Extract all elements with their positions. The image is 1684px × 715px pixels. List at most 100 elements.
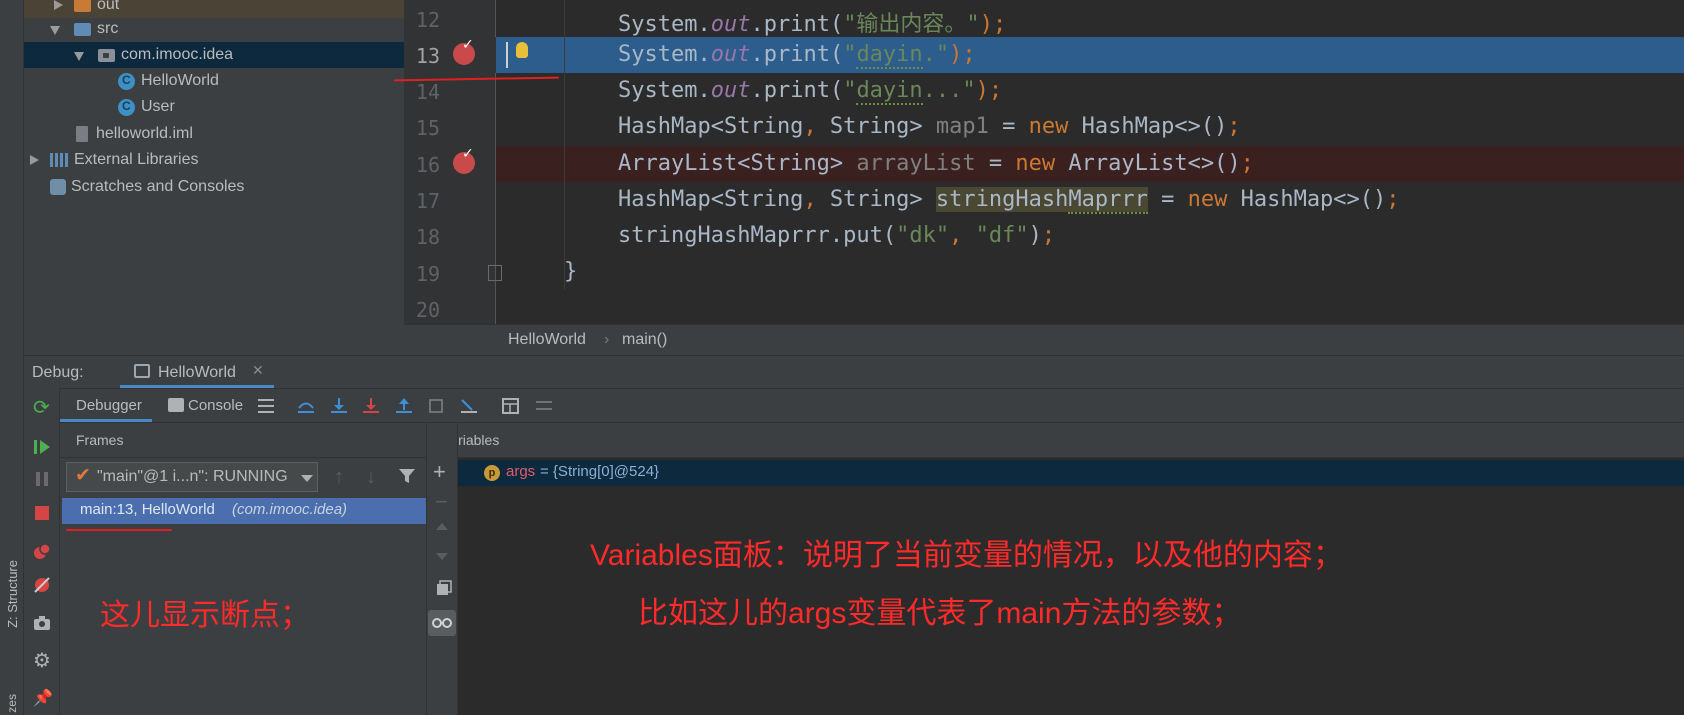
tree-item-label: HelloWorld: [141, 72, 219, 89]
variable-row-args[interactable]: p args = {String[0]@524}: [458, 460, 1684, 486]
tab-debugger-label: Debugger: [76, 397, 142, 414]
stop-icon[interactable]: [33, 504, 51, 522]
debug-tool-window-header: Debug: HelloWorld ✕: [24, 355, 1684, 388]
java-class-icon: [118, 72, 135, 90]
show-execution-point-icon[interactable]: [297, 398, 315, 414]
add-watch-icon[interactable]: +: [433, 461, 446, 483]
collapse-arrow-icon[interactable]: [74, 49, 86, 61]
line-number: 17: [415, 189, 440, 213]
resume-icon[interactable]: [33, 438, 51, 456]
tree-item-src[interactable]: src: [24, 16, 404, 42]
breakpoint-icon[interactable]: [453, 36, 475, 65]
restore-layout-icon[interactable]: [258, 398, 276, 414]
line-number: 14: [415, 80, 440, 104]
next-frame-icon[interactable]: ↓: [366, 466, 376, 489]
remove-watch-icon[interactable]: −: [435, 489, 448, 515]
iml-file-icon: [76, 126, 88, 142]
view-breakpoints-icon[interactable]: [33, 543, 51, 561]
mute-breakpoints-icon[interactable]: [33, 576, 51, 594]
code-line-15: HashMap<String, String> map1 = new HashM…: [618, 114, 1241, 139]
chevron-down-icon[interactable]: [301, 475, 313, 482]
debug-session-tab[interactable]: HelloWorld ✕: [120, 358, 274, 388]
line-number: 13: [415, 44, 440, 68]
tree-item-iml[interactable]: helloworld.iml: [24, 121, 404, 147]
tab-console[interactable]: Console: [168, 389, 258, 422]
thread-selector[interactable]: ✔ "main"@1 i...n": RUNNING: [66, 462, 318, 492]
line-number: 20: [415, 298, 440, 322]
debug-label: Debug:: [32, 364, 84, 381]
breadcrumb: HelloWorld › main(): [404, 324, 1684, 355]
stack-frame-row[interactable]: main:13, HelloWorld (com.imooc.idea): [62, 498, 426, 524]
favorites-tool-tab[interactable]: zes: [5, 694, 19, 713]
drop-frame-icon[interactable]: [428, 398, 446, 414]
previous-frame-icon[interactable]: ↑: [334, 466, 344, 489]
code-line-17: HashMap<String, String> stringHashMaprrr…: [618, 187, 1400, 214]
tree-item-user[interactable]: User: [24, 94, 404, 120]
tree-item-label: com.imooc.idea: [121, 46, 234, 63]
scratches-icon: [50, 179, 66, 195]
trace-icon[interactable]: [535, 398, 553, 414]
breadcrumb-method[interactable]: main(): [622, 331, 667, 349]
close-icon[interactable]: ✕: [252, 362, 264, 379]
project-tree: out src com.imooc.idea HelloWorld User h…: [24, 0, 404, 355]
step-into-icon[interactable]: [362, 398, 380, 414]
console-icon: [168, 398, 184, 412]
collapse-arrow-icon[interactable]: [50, 23, 62, 35]
indent-guide: [564, 0, 565, 290]
tab-debugger[interactable]: Debugger: [60, 389, 152, 422]
pin-icon[interactable]: 📌: [33, 688, 53, 707]
code-line-16: ArrayList<String> arrayList = new ArrayL…: [618, 151, 1254, 176]
annotation-args-note: 比如这儿的args变量代表了main方法的参数；: [638, 597, 1242, 630]
pause-icon[interactable]: [33, 470, 51, 488]
rerun-icon[interactable]: ⟳: [33, 398, 51, 418]
expand-arrow-icon[interactable]: [52, 0, 64, 11]
frames-panel: [60, 458, 426, 715]
frames-title: Frames: [76, 432, 124, 448]
run-to-cursor-icon[interactable]: [460, 398, 478, 414]
move-down-icon[interactable]: [436, 553, 448, 560]
variables-action-column: + −: [426, 423, 458, 715]
glasses-icon[interactable]: [428, 610, 456, 636]
left-tool-strip: Z: Structure zes: [0, 0, 24, 715]
package-icon: [98, 48, 115, 62]
settings-icon[interactable]: ⚙: [33, 651, 51, 671]
tree-item-label: helloworld.iml: [96, 125, 193, 142]
code-line-14: System.out.print("dayin...");: [618, 78, 1003, 105]
variable-name: args: [506, 463, 536, 480]
breadcrumb-class[interactable]: HelloWorld: [508, 331, 586, 349]
filter-icon[interactable]: [398, 468, 416, 489]
debug-tab-title: HelloWorld: [158, 364, 236, 381]
structure-tool-tab[interactable]: Z: Structure: [5, 560, 20, 628]
lightbulb-icon[interactable]: [516, 42, 528, 58]
tree-item-external-libraries[interactable]: External Libraries: [24, 147, 404, 173]
evaluate-expression-icon[interactable]: [502, 398, 520, 414]
variables-header: Variables: [426, 423, 1684, 458]
text-caret: [506, 42, 508, 68]
line-number: 16: [415, 153, 440, 177]
fold-marker-icon[interactable]: [488, 265, 502, 281]
step-out-icon[interactable]: [395, 398, 413, 414]
annotation-breakpoint-note: 这儿显示断点；: [100, 599, 310, 632]
frame-location: main:13, HelloWorld: [80, 501, 215, 518]
tab-console-label: Console: [188, 397, 244, 414]
current-execution-line: [404, 37, 1684, 73]
tree-item-scratches[interactable]: Scratches and Consoles: [24, 174, 404, 200]
move-up-icon[interactable]: [436, 523, 448, 530]
breakpoint-icon[interactable]: [453, 145, 475, 174]
step-over-icon[interactable]: [330, 398, 348, 414]
copy-icon[interactable]: [436, 580, 452, 601]
line-number: 12: [415, 8, 440, 32]
tree-item-label: External Libraries: [74, 151, 199, 168]
thread-selector-value: "main"@1 i...n": RUNNING: [97, 468, 288, 485]
tree-item-label: User: [141, 98, 175, 115]
expand-arrow-icon[interactable]: [28, 154, 40, 166]
code-line-18: stringHashMaprrr.put("dk", "df");: [618, 223, 1056, 248]
parameter-badge-icon: p: [484, 465, 500, 481]
code-line-19: }: [564, 259, 578, 284]
code-line-13: System.out.print("dayin.");: [618, 42, 976, 69]
tree-item-package[interactable]: com.imooc.idea: [24, 42, 404, 68]
folder-icon: [74, 0, 91, 12]
frames-header: Frames: [60, 423, 426, 458]
camera-icon[interactable]: [33, 614, 51, 632]
tree-item-helloworld[interactable]: HelloWorld: [24, 68, 404, 94]
